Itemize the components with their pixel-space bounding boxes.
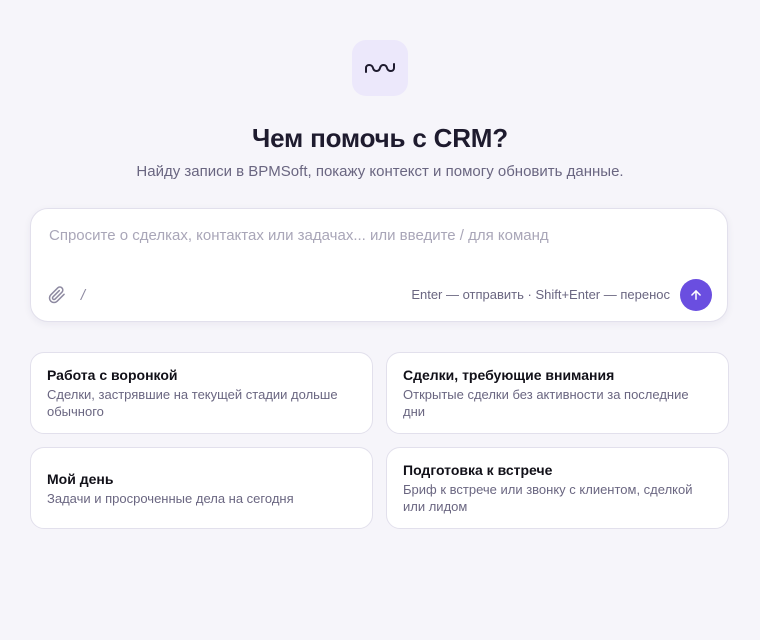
- page-title: Чем помочь с CRM?: [252, 123, 508, 153]
- page-subtitle: Найду записи в BPMSoft, покажу контекст …: [136, 163, 624, 180]
- suggestion-card-my-day[interactable]: Мой день Задачи и просроченные дела на с…: [30, 447, 373, 529]
- attach-button[interactable]: [47, 285, 67, 305]
- suggestion-card-pipeline[interactable]: Работа с воронкой Сделки, застрявшие на …: [30, 352, 373, 434]
- chat-composer: / Enter — отправить · Shift+Enter — пере…: [30, 208, 728, 322]
- message-input[interactable]: [49, 227, 709, 267]
- logo: [352, 40, 408, 96]
- wave-icon: [365, 63, 395, 73]
- paperclip-icon: [48, 286, 65, 304]
- suggestion-title: Мой день: [47, 470, 114, 487]
- suggestion-title: Подготовка к встрече: [403, 462, 553, 478]
- suggestion-description: Открытые сделки без активности за послед…: [403, 387, 689, 419]
- suggestion-title: Сделки, требующие внимания: [403, 367, 615, 383]
- suggestion-description: Бриф к встрече или звонку с клиентом, сд…: [403, 482, 693, 514]
- commands-button[interactable]: /: [77, 285, 89, 305]
- suggestion-description: Задачи и просроченные дела на сегодня: [47, 490, 294, 506]
- suggestion-description: Сделки, застрявшие на текущей стадии дол…: [47, 387, 338, 419]
- suggestion-card-meeting-prep[interactable]: Подготовка к встрече Бриф к встрече или …: [386, 447, 729, 529]
- send-button[interactable]: [680, 279, 712, 311]
- keyboard-hint: Enter — отправить · Shift+Enter — перено…: [411, 287, 670, 302]
- suggestion-card-deals-attention[interactable]: Сделки, требующие внимания Открытые сдел…: [386, 352, 729, 434]
- suggestion-title: Работа с воронкой: [47, 367, 178, 383]
- assistant-start-screen: Чем помочь с CRM? Найду записи в BPMSoft…: [0, 0, 760, 640]
- arrow-up-icon: [691, 290, 701, 300]
